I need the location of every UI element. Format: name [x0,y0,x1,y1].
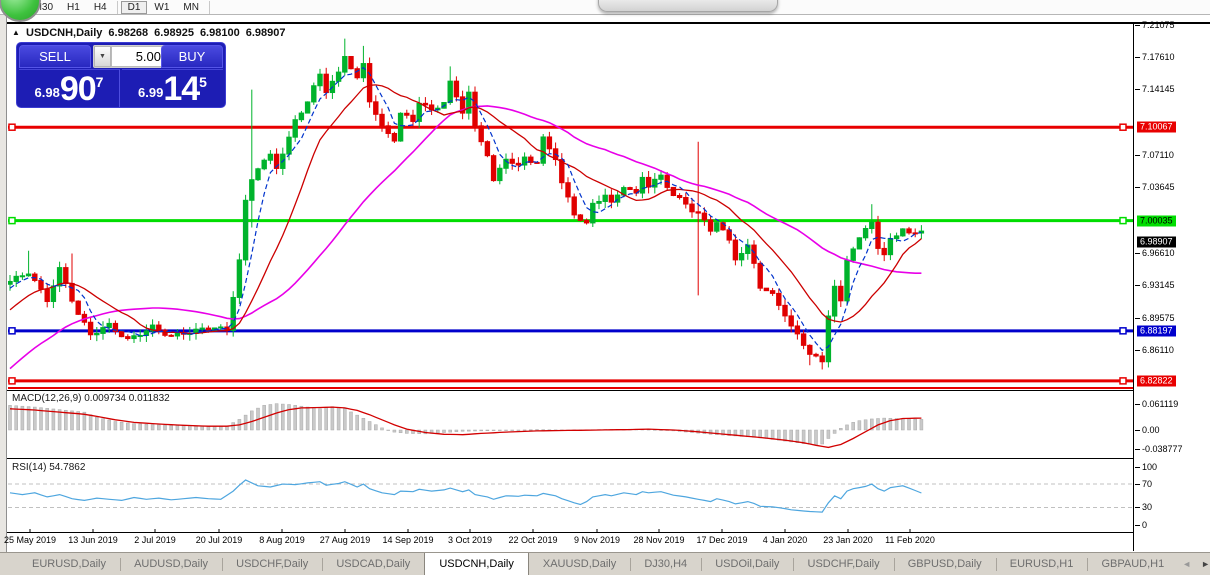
date-label: 28 Nov 2019 [633,535,684,545]
buy-button[interactable]: BUY [161,45,223,68]
sell-price-display[interactable]: 6.98 90 7 [19,69,120,107]
chart-tab-DJ30-H4[interactable]: DJ30,H4 [630,553,701,575]
panel-border [7,458,1210,459]
rsi-label: RSI(14) 54.7862 [12,462,85,473]
ohlc-low: 6.98100 [200,27,240,39]
ohlc-high: 6.98925 [154,27,194,39]
macd-tick-0.00: 0.00 [1142,425,1160,435]
chart-tab-USDCAD-Daily[interactable]: USDCAD,Daily [322,553,424,575]
collapse-triangle-icon[interactable]: ▲ [12,28,20,37]
overlay-pill [598,0,778,12]
tab-scroll-left-icon[interactable]: ◄ [1182,559,1191,569]
hline-7.10067[interactable] [8,124,1133,130]
timeframe-button-MN[interactable]: MN [176,1,206,14]
rsi-tick-100: 100 [1142,462,1157,472]
sell-price-small: 6.98 [35,85,60,100]
date-label: 23 Jan 2020 [823,535,873,545]
date-label: 11 Feb 2020 [885,535,935,545]
window-left-border [0,15,7,575]
date-label: 8 Aug 2019 [259,535,305,545]
chart-tab-AUDUSD-Daily[interactable]: AUDUSD,Daily [120,553,222,575]
date-label: 27 Aug 2019 [320,535,371,545]
one-click-trade-panel: SELL ▼ 5.00 ▲ BUY 6.98 90 7 6.99 14 5 [16,42,226,108]
chart-tab-USDCNH-Daily[interactable]: USDCNH,Daily [424,553,529,575]
date-label: 9 Nov 2019 [574,535,620,545]
date-label: 2 Jul 2019 [134,535,176,545]
sell-button[interactable]: SELL [19,45,91,68]
price-tick-6.86110: 6.86110 [1142,345,1174,355]
chart-tab-EURUSD-H1[interactable]: EURUSD,H1 [996,553,1088,575]
rsi-tick-30: 30 [1142,502,1152,512]
price-tick-7.03645: 7.03645 [1142,182,1175,192]
date-label: 4 Jan 2020 [763,535,808,545]
chart-symbol-period: USDCNH,Daily [26,27,102,39]
buy-price-small: 6.99 [138,85,163,100]
timeframe-button-H4[interactable]: H4 [87,1,114,14]
chart-tab-XAUUSD-Daily[interactable]: XAUUSD,Daily [529,553,630,575]
price-tick-7.17610: 7.17610 [1142,52,1175,62]
date-label: 14 Sep 2019 [382,535,433,545]
chart-tab-bar: EURUSD,DailyAUDUSD,DailyUSDCHF,DailyUSDC… [0,552,1210,575]
date-label: 20 Jul 2019 [196,535,243,545]
macd-tick-0.061119: 0.061119 [1142,399,1178,409]
chart-ohlc-header: ▲ USDCNH,Daily 6.98268 6.98925 6.98100 6… [8,26,285,40]
ma-mid-red [10,85,921,334]
price-tick-6.89575: 6.89575 [1142,313,1175,323]
panel-border [7,532,1210,533]
price-axis[interactable]: 7.210757.176107.141457.071107.036456.966… [1133,24,1210,551]
hline-price-label-7.10067: 7.10067 [1137,122,1176,133]
hline-7.00035[interactable] [8,218,1133,224]
macd-tick--0.038777: -0.038777 [1142,444,1183,454]
hline-price-label-7.00035: 7.00035 [1137,215,1176,226]
date-label: 3 Oct 2019 [448,535,492,545]
price-tick-6.93145: 6.93145 [1142,280,1175,290]
volume-input[interactable]: 5.00 [111,46,165,67]
rsi-tick-70: 70 [1142,479,1152,489]
buy-price-sup: 5 [199,74,207,90]
panel-border [7,390,1210,391]
current-price-label: 6.98907 [1137,237,1176,248]
volume-decrease-button[interactable]: ▼ [94,46,111,67]
trading-platform-window: 5M30H1H4D1W1MN ▲ USDCNH,Daily 6.98268 6.… [0,0,1210,575]
date-axis[interactable]: 25 May 201913 Jun 20192 Jul 201920 Jul 2… [8,535,1133,549]
price-tick-7.21075: 7.21075 [1142,20,1175,30]
sell-price-sup: 7 [96,74,104,90]
ohlc-close: 6.98907 [246,27,286,39]
rsi-tick-0: 0 [1142,520,1147,530]
price-tick-7.07110: 7.07110 [1142,150,1174,160]
buy-price-display[interactable]: 6.99 14 5 [122,69,223,107]
chart-tab-GBPUSD-Daily[interactable]: GBPUSD,Daily [894,553,996,575]
toolbar-separator [117,1,118,14]
date-label: 17 Dec 2019 [696,535,747,545]
price-tick-7.14145: 7.14145 [1142,84,1175,94]
macd-label: MACD(12,26,9) 0.009734 0.011832 [12,393,170,404]
ohlc-open: 6.98268 [108,27,148,39]
date-label: 13 Jun 2019 [68,535,118,545]
timeframe-button-D1[interactable]: D1 [121,1,148,14]
chart-tab-USDCHF-Daily[interactable]: USDCHF,Daily [794,553,894,575]
hline-price-label-6.82822: 6.82822 [1137,375,1176,386]
buy-price-big: 14 [163,74,199,104]
chart-tab-EURUSD-Daily[interactable]: EURUSD,Daily [18,553,120,575]
date-label: 22 Oct 2019 [508,535,557,545]
price-tick-6.96610: 6.96610 [1142,248,1175,258]
tab-scroll-right-icon[interactable]: ► [1201,559,1210,569]
rsi-panel [8,461,1133,532]
chart-tab-USDOil-Daily[interactable]: USDOil,Daily [701,553,793,575]
macd-panel [8,392,1133,458]
sell-price-big: 90 [60,74,96,104]
hline-6.82822[interactable] [8,378,1133,384]
timeframe-button-H1[interactable]: H1 [60,1,87,14]
date-label: 25 May 2019 [4,535,56,545]
timeframe-button-W1[interactable]: W1 [147,1,176,14]
chart-tab-GBPAUD-H1[interactable]: GBPAUD,H1 [1087,553,1178,575]
hline-price-label-6.88197: 6.88197 [1137,325,1176,336]
chart-tab-USDCHF-Daily[interactable]: USDCHF,Daily [222,553,322,575]
toolbar-separator [209,1,210,14]
